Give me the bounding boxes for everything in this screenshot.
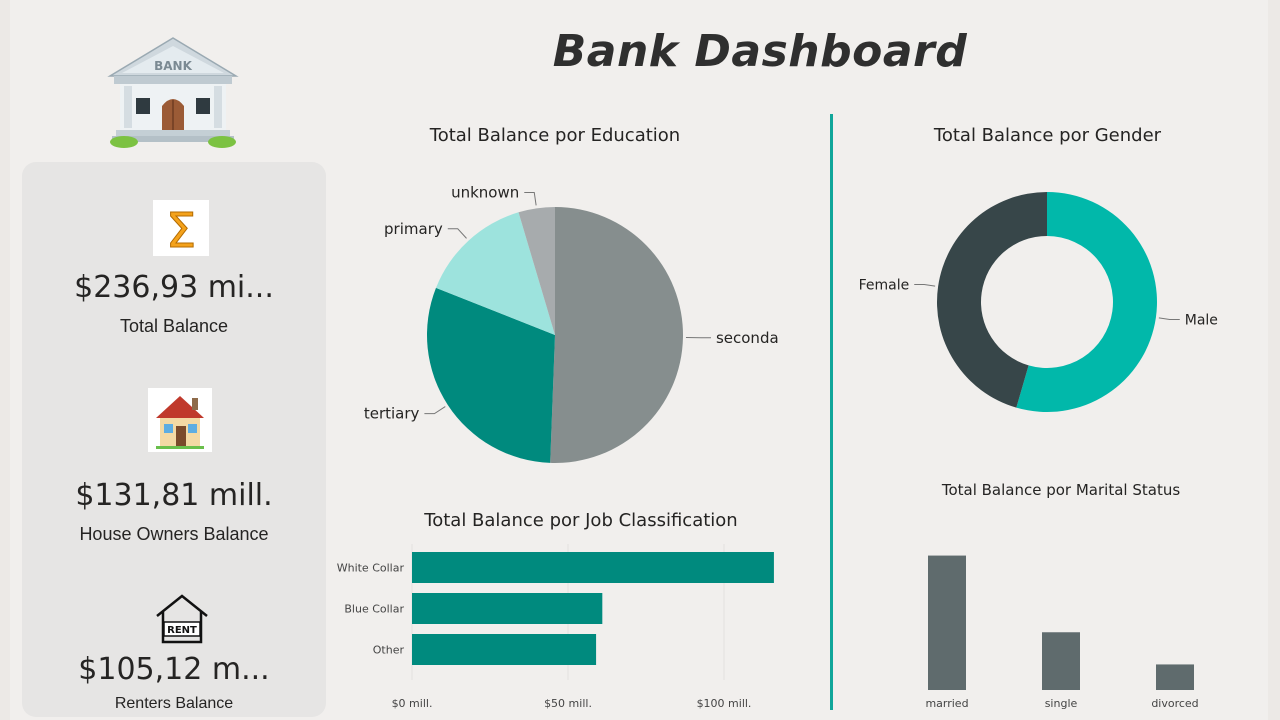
total-balance-label: Total Balance	[119, 316, 229, 336]
renters-balance-label: Renters Balance	[114, 695, 234, 712]
education-slice-secondary[interactable]	[550, 207, 683, 463]
gender-label-male: Male	[1185, 312, 1218, 328]
job-x-tick-label: $0 mill.	[392, 697, 433, 710]
gender-label-female: Female	[859, 278, 910, 294]
education-leader-unknown	[524, 192, 537, 206]
education-leader-primary	[447, 228, 467, 239]
gender-donut-chart: Male Female	[859, 192, 1218, 412]
education-chart-title: Total Balance por Education	[429, 125, 681, 146]
job-category-label: Blue Collar	[344, 603, 404, 616]
house-owners-balance-label: House Owners Balance	[79, 524, 269, 544]
job-category-label: White Collar	[337, 562, 405, 575]
renters-balance-value: $105,12 m...	[78, 652, 270, 687]
marital-category-label: divorced	[1151, 697, 1198, 710]
education-pie-chart: secondary tertiary primary unknown	[364, 184, 780, 463]
marital-bar-chart: married single divorced	[925, 555, 1199, 710]
education-leader-tertiary	[424, 406, 446, 415]
marital-bar-married[interactable]	[928, 555, 966, 690]
marital-category-label: single	[1045, 697, 1078, 710]
section-divider	[830, 114, 833, 710]
education-label-tertiary: tertiary	[364, 405, 420, 423]
rent-sign-text: RENT	[167, 625, 197, 636]
gender-leader-female	[914, 284, 936, 287]
job-chart-title: Total Balance por Job Classification	[424, 510, 738, 531]
rent-house-icon: RENT	[156, 594, 208, 644]
marital-bar-divorced[interactable]	[1156, 664, 1194, 690]
education-label-secondary: secondary	[716, 329, 780, 347]
total-balance-value: $236,93 mi...	[74, 270, 274, 305]
marital-category-label: married	[925, 697, 968, 710]
job-bar-other[interactable]	[412, 634, 597, 665]
job-bar-blue-collar[interactable]	[412, 593, 603, 624]
job-bar-chart: $0 mill. $50 mill. $100 mill. White Collar B…	[337, 544, 774, 710]
bank-logo-text: BANK	[154, 59, 192, 73]
house-icon	[148, 388, 212, 452]
job-category-label: Other	[373, 644, 405, 657]
marital-chart-title: Total Balance por Marital Status	[941, 481, 1181, 499]
gender-chart-title: Total Balance por Gender	[933, 125, 1162, 146]
education-label-unknown: unknown	[451, 184, 519, 202]
sigma-icon: Σ	[153, 200, 209, 256]
bank-logo-icon: BANK	[107, 37, 239, 148]
marital-bar-single[interactable]	[1042, 632, 1080, 690]
page-title: Bank Dashboard	[552, 26, 968, 77]
job-bar-white-collar[interactable]	[412, 552, 774, 583]
svg-text:Σ: Σ	[166, 203, 196, 256]
job-x-tick-label: $50 mill.	[544, 697, 592, 710]
house-owners-balance-value: $131,81 mill.	[75, 478, 273, 513]
gender-leader-male	[1158, 317, 1180, 320]
job-x-tick-label: $100 mill.	[697, 697, 752, 710]
education-label-primary: primary	[384, 220, 443, 238]
